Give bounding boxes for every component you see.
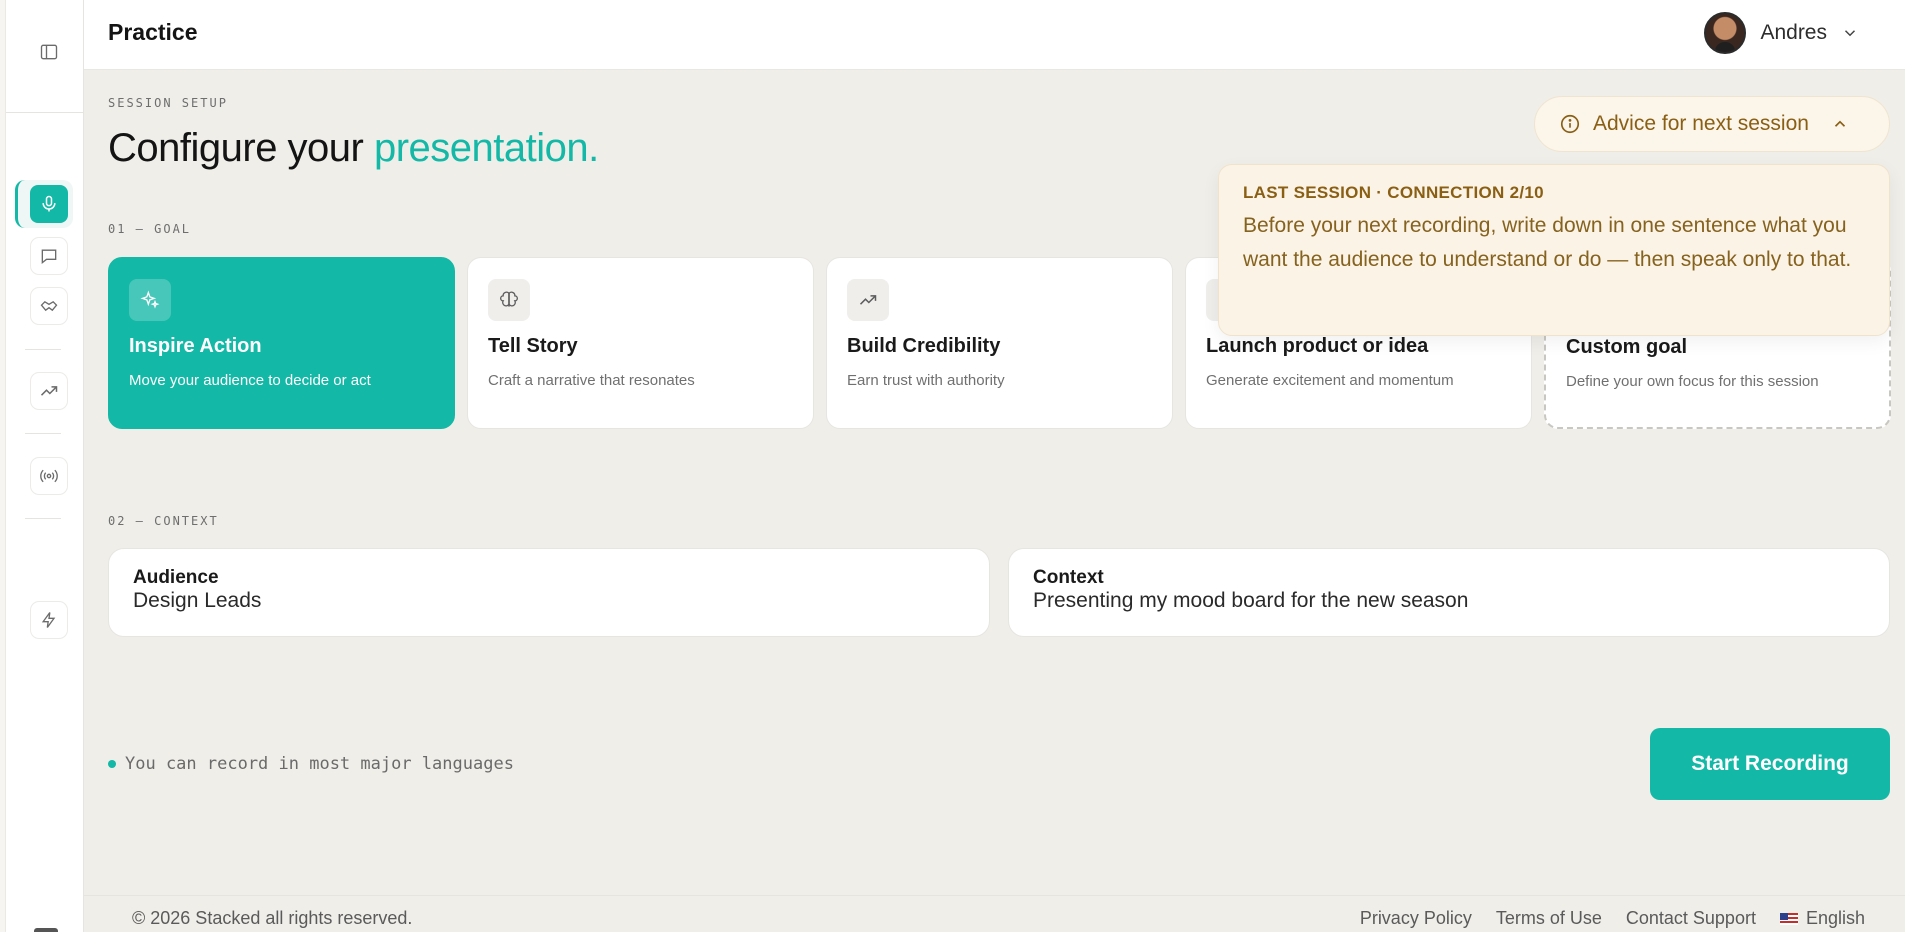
goal-card-title: Launch product or idea (1206, 335, 1429, 357)
advice-heading: LAST SESSION · CONNECTION 2/10 (1243, 183, 1544, 202)
audience-value: Design Leads (133, 589, 262, 612)
trending-up-icon (847, 279, 889, 321)
user-name: Andres (1760, 21, 1827, 44)
sidebar-toggle-icon[interactable] (30, 33, 68, 71)
page-header-title: Practice (108, 19, 198, 45)
language-hint: You can record in most major languages (108, 754, 514, 774)
goal-card-title: Inspire Action (129, 335, 262, 357)
rail-divider (25, 433, 61, 434)
goal-card-desc: Move your audience to decide or act (129, 372, 371, 389)
rail-divider (25, 518, 61, 519)
sparkles-icon (129, 279, 171, 321)
goal-card-title: Custom goal (1566, 336, 1688, 358)
microphone-icon[interactable] (30, 185, 68, 223)
page-title: Configure your presentation. (108, 126, 599, 171)
status-dot (108, 760, 116, 768)
broadcast-icon[interactable] (30, 457, 68, 495)
audience-label: Audience (133, 567, 219, 588)
goal-card-desc: Generate excitement and momentum (1206, 372, 1454, 389)
chevron-down-icon (1844, 30, 1856, 37)
contact-support-link[interactable]: Contact Support (1626, 908, 1756, 929)
goal-card-build-credibility[interactable]: Build Credibility Earn trust with author… (826, 257, 1173, 429)
brain-icon (488, 279, 530, 321)
goal-eyebrow: 01 — GOAL (108, 222, 192, 236)
context-field[interactable]: Context Presenting my mood board for the… (1008, 548, 1890, 637)
rail-scroll-handle[interactable] (10, 924, 80, 932)
session-setup-eyebrow: SESSION SETUP (108, 96, 228, 110)
top-header: Practice Andres (84, 0, 1905, 70)
page-title-accent: presentation. (373, 126, 599, 170)
context-label: Context (1033, 567, 1104, 588)
goal-card-desc: Earn trust with authority (847, 372, 1005, 389)
user-menu[interactable]: Andres (1704, 12, 1859, 54)
language-label: English (1805, 908, 1865, 928)
chat-icon[interactable] (30, 237, 68, 275)
terms-of-use-link[interactable]: Terms of Use (1496, 908, 1602, 929)
context-value: Presenting my mood board for the new sea… (1033, 589, 1469, 612)
language-selector[interactable]: English (1779, 908, 1865, 929)
us-flag-icon (1779, 913, 1798, 925)
chevron-up-icon (1834, 120, 1846, 127)
goal-card-title: Build Credibility (847, 335, 1001, 357)
context-eyebrow: 02 — CONTEXT (108, 514, 219, 528)
lightning-icon[interactable] (30, 601, 68, 639)
privacy-policy-link[interactable]: Privacy Policy (1360, 908, 1472, 929)
audience-field[interactable]: Audience Design Leads (108, 548, 990, 637)
rail-divider (6, 112, 84, 113)
goal-card-title: Tell Story (488, 335, 578, 357)
rail-divider (25, 349, 61, 350)
handshake-icon[interactable] (30, 287, 68, 325)
advice-body: Before your next recording, write down i… (1243, 214, 1852, 271)
footer: © 2026 Stacked all rights reserved. Priv… (84, 895, 1905, 932)
analytics-trend-icon[interactable] (30, 372, 68, 410)
footer-links: Privacy Policy Terms of Use Contact Supp… (1360, 908, 1865, 929)
advice-toggle-button[interactable]: Advice for next session (1534, 96, 1890, 152)
page-title-prefix: Configure your (108, 126, 374, 170)
goal-card-tell-story[interactable]: Tell Story Craft a narrative that resona… (467, 257, 814, 429)
goal-card-desc: Define your own focus for this session (1566, 373, 1819, 390)
avatar (1704, 12, 1747, 54)
rail-edge (0, 0, 6, 932)
language-hint-text: You can record in most major languages (125, 754, 514, 774)
start-recording-button[interactable]: Start Recording (1650, 728, 1890, 800)
left-rail (0, 0, 84, 932)
advice-toggle-label: Advice for next session (1593, 112, 1809, 135)
advice-popover: LAST SESSION · CONNECTION 2/10 Before yo… (1218, 164, 1890, 336)
copyright: © 2026 Stacked all rights reserved. (132, 908, 413, 928)
goal-card-inspire-action[interactable]: Inspire Action Move your audience to dec… (108, 257, 455, 429)
info-icon (1560, 114, 1580, 134)
goal-card-desc: Craft a narrative that resonates (488, 372, 695, 389)
